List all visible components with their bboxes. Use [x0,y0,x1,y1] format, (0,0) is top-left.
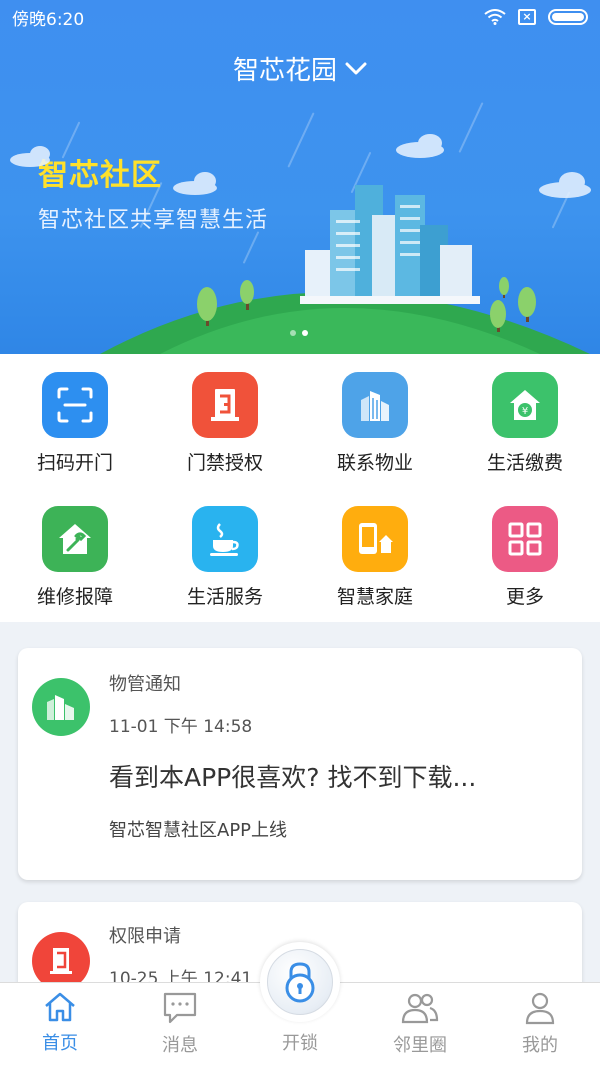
tab-home[interactable]: 首页 [0,983,120,1067]
service-more[interactable]: 更多 [450,488,600,622]
user-icon [525,992,555,1025]
city-illustration[interactable] [0,0,600,354]
service-label: 更多 [505,586,544,608]
svg-text:¥: ¥ [522,406,528,417]
service-label: 联系物业 [336,452,413,474]
unlock-button-face[interactable] [267,949,333,1015]
pager-dot-active[interactable] [302,330,308,336]
banner-pager[interactable] [290,330,308,336]
notice-title: 物管通知 [109,674,181,695]
building-icon [342,372,408,438]
tab-profile[interactable]: 我的 [480,983,600,1067]
service-grid: 扫码开门 门禁授权 联系物业 ¥ 生活缴费 维修报障 生活服务 智慧家庭 更多 [0,354,600,622]
scan-icon [42,372,108,438]
service-label: 生活服务 [186,586,263,608]
coffee-icon [192,506,258,572]
tab-label: 首页 [42,1033,78,1054]
tab-messages[interactable]: 消息 [120,983,240,1067]
service-label: 智慧家庭 [336,586,413,608]
tab-label: 邻里圈 [393,1035,447,1056]
door-auth-icon [192,372,258,438]
unlock-button[interactable] [260,942,340,1022]
service-life-payment[interactable]: ¥ 生活缴费 [450,354,600,488]
message-icon [163,992,197,1024]
payment-icon: ¥ [492,372,558,438]
home-icon [45,992,75,1022]
notice-time: 11-01 下午 14:58 [109,717,253,737]
service-life-services[interactable]: 生活服务 [150,488,300,622]
lock-icon [285,962,315,1003]
tab-neighborhood[interactable]: 邻里圈 [360,983,480,1067]
notice-body: 智芯智慧社区APP上线 [109,820,288,841]
service-repair[interactable]: 维修报障 [0,488,150,622]
repair-icon [42,506,108,572]
notice-headline: 看到本APP很喜欢? 找不到下载... [109,763,477,792]
smart-home-icon [342,506,408,572]
tab-label: 我的 [522,1035,558,1056]
service-label: 维修报障 [36,586,113,608]
service-label: 门禁授权 [186,452,263,474]
tab-label: 消息 [162,1035,198,1056]
header-banner: 傍晚6:20 × 智芯花园 智芯社区 智芯社区共享智慧生活 [0,0,600,354]
service-label: 生活缴费 [486,452,563,474]
pager-dot[interactable] [290,330,296,336]
more-grid-icon [492,506,558,572]
notice-title: 权限申请 [109,926,181,947]
service-label: 扫码开门 [36,452,113,474]
service-scan-open[interactable]: 扫码开门 [0,354,150,488]
service-contact-property[interactable]: 联系物业 [300,354,450,488]
tab-label: 开锁 [282,1033,318,1054]
service-door-auth[interactable]: 门禁授权 [150,354,300,488]
people-icon [401,993,439,1024]
building-avatar-icon [32,678,90,736]
service-smart-home[interactable]: 智慧家庭 [300,488,450,622]
notice-card[interactable]: 物管通知 11-01 下午 14:58 看到本APP很喜欢? 找不到下载... … [18,648,582,880]
